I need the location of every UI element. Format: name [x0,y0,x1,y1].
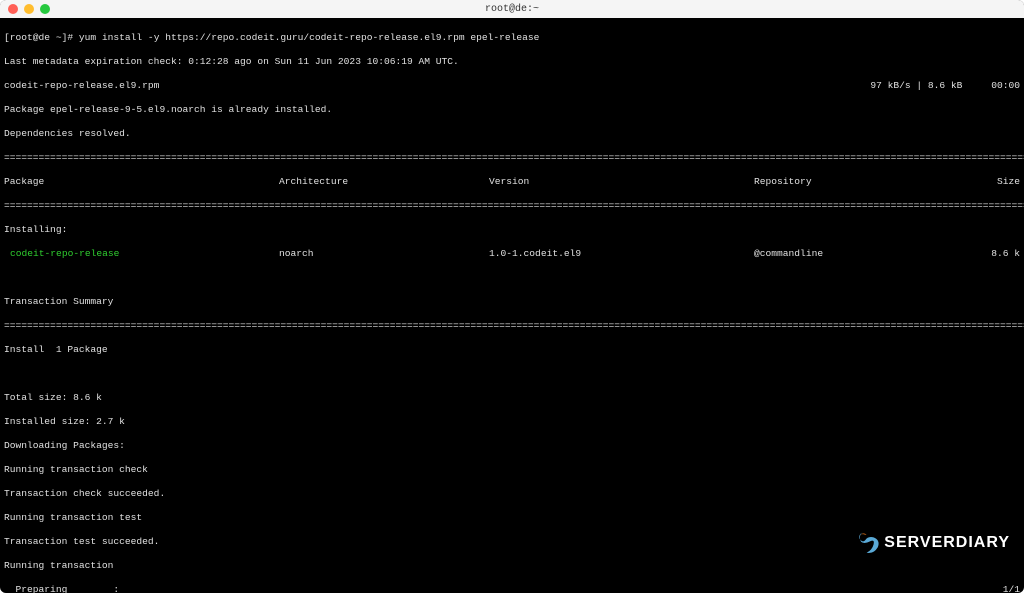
traffic-lights [8,4,50,14]
installed-size: Installed size: 2.7 k [4,416,1020,428]
download-stats: 97 kB/s | 8.6 kB 00:00 [870,80,1020,92]
minimize-icon[interactable] [24,4,34,14]
window-title: root@de:~ [485,4,539,15]
col-size: Size [997,176,1020,188]
command: yum install -y https://repo.codeit.guru/… [73,32,539,44]
close-icon[interactable] [8,4,18,14]
output-line: Running transaction [4,560,1020,572]
col-repo: Repository [754,176,984,188]
total-size: Total size: 8.6 k [4,392,1020,404]
maximize-icon[interactable] [40,4,50,14]
prompt: [root@de ~]# [4,32,73,44]
col-package: Package [4,176,279,188]
titlebar: root@de:~ [0,0,1024,18]
separator: ========================================… [4,200,1020,212]
col-version: Version [489,176,754,188]
preparing: Preparing : [4,584,119,593]
output-line: Running transaction check [4,464,1020,476]
output-line: Package epel-release-9-5.el9.noarch is a… [4,104,1020,116]
output-line: Dependencies resolved. [4,128,1020,140]
col-arch: Architecture [279,176,489,188]
progress: 1/1 [1003,584,1020,593]
separator: ========================================… [4,152,1020,164]
pkg-repo: @commandline [754,248,984,260]
pkg-name: codeit-repo-release [4,248,279,260]
terminal-window: root@de:~ [root@de ~]# yum install -y ht… [0,0,1024,593]
pkg-arch: noarch [279,248,489,260]
output-line: Running transaction test [4,512,1020,524]
output-line: Transaction check succeeded. [4,488,1020,500]
pkg-size: 8.6 k [991,248,1020,260]
downloading-hdr: Downloading Packages: [4,440,1020,452]
logo-icon [854,529,882,557]
terminal-output[interactable]: [root@de ~]# yum install -y https://repo… [0,18,1024,593]
installing-header: Installing: [4,224,1020,236]
pkg-version: 1.0-1.codeit.el9 [489,248,754,260]
watermark-text: SERVERDIARY [884,534,1010,551]
separator: ========================================… [4,320,1020,332]
output-line: codeit-repo-release.el9.rpm [4,80,159,92]
install-count: Install 1 Package [4,344,1020,356]
tx-summary: Transaction Summary [4,296,1020,308]
watermark: SERVERDIARY [854,529,1010,557]
output-line: Last metadata expiration check: 0:12:28 … [4,56,1020,68]
